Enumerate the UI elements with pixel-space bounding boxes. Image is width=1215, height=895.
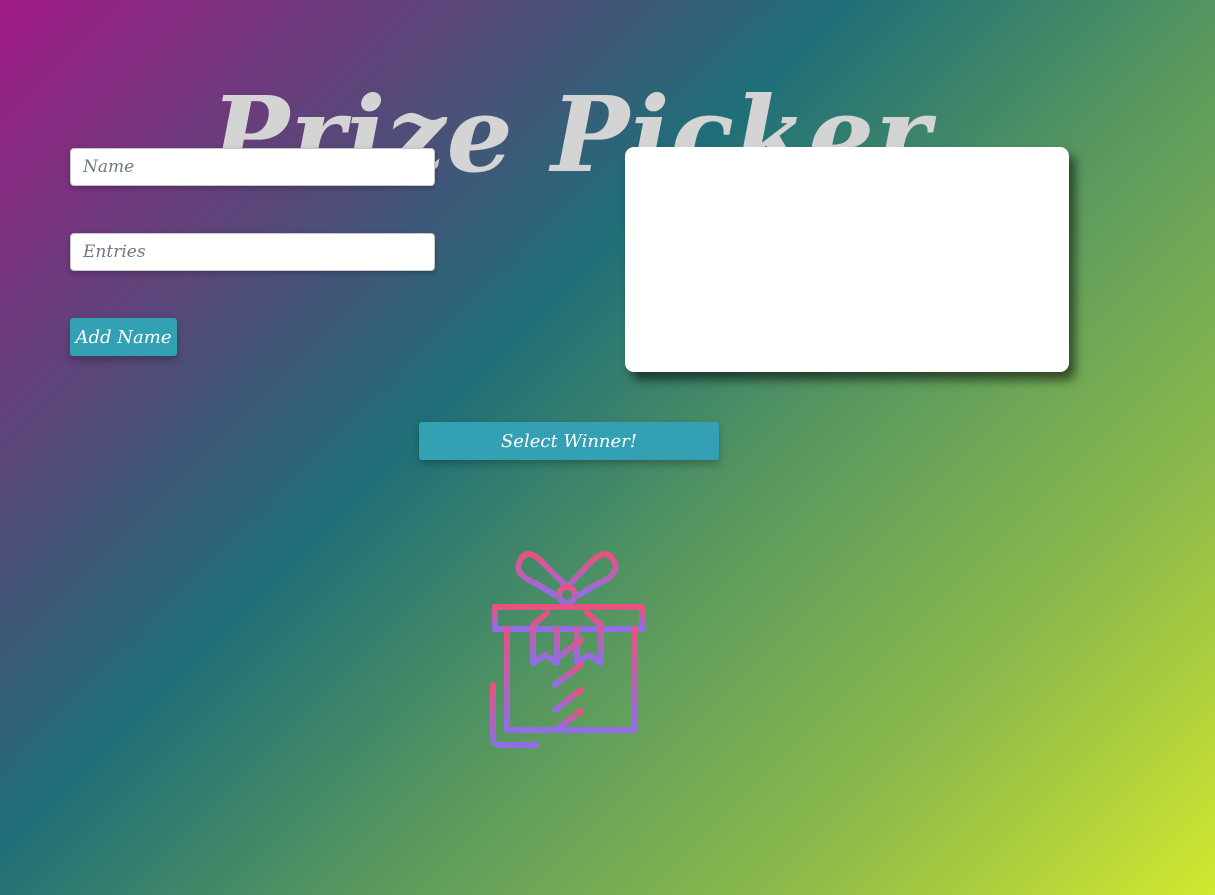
entries-input[interactable] [70,233,435,271]
entries-list-panel [625,147,1069,372]
name-input[interactable] [70,148,435,186]
select-winner-button[interactable]: Select Winner! [419,422,719,460]
add-name-button[interactable]: Add Name [70,318,177,356]
gift-icon [490,551,648,749]
